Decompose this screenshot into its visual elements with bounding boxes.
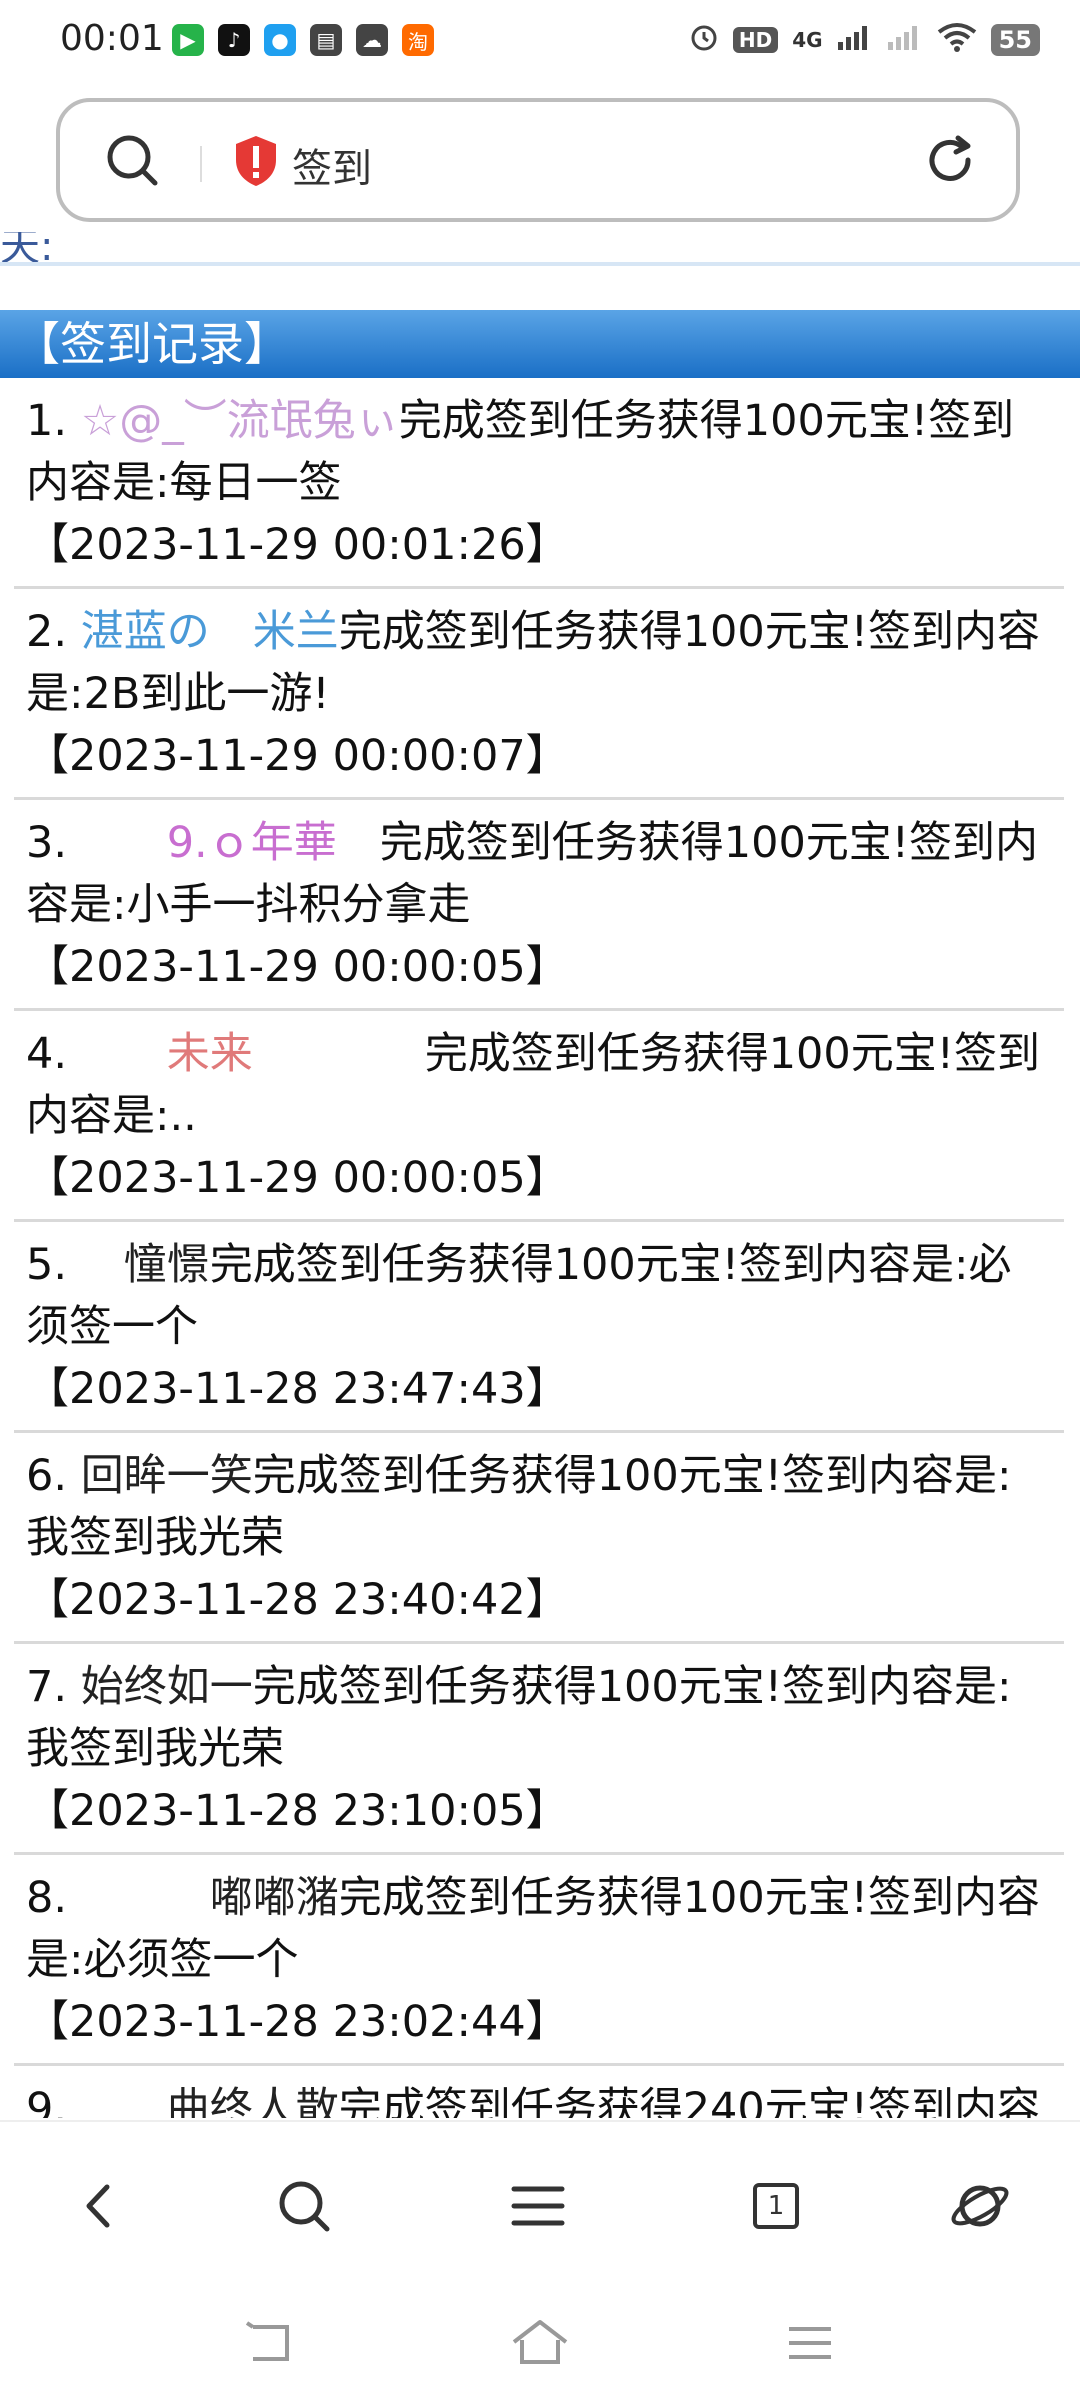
record-timestamp: 【2023-11-29 00:00:05】 [26, 942, 569, 992]
signin-record: 8. 嘟嘟潴完成签到任务获得100元宝!签到内容是:必须签一个 【2023-11-… [14, 1855, 1064, 2066]
wifi-icon [937, 22, 977, 58]
security-warning-icon[interactable] [232, 134, 280, 192]
signin-record: 1. ☆@_︶流氓兔ぃ完成签到任务获得100元宝!签到内容是:每日一签 【2023… [14, 378, 1064, 589]
record-timestamp: 【2023-11-29 00:00:07】 [26, 731, 569, 781]
refresh-icon[interactable] [922, 132, 978, 192]
menu-icon[interactable] [502, 2170, 574, 2242]
record-username[interactable]: 未来 [81, 1029, 425, 1079]
record-rank: 8. [26, 1873, 68, 1923]
page-cut-line: 天: [0, 232, 1080, 276]
taobao-app-icon: 淘 [402, 24, 434, 56]
record-username[interactable]: 憧憬 [81, 1240, 210, 1290]
search-icon[interactable] [104, 132, 160, 192]
page-cut-text: 天: [0, 232, 54, 270]
record-rank: 7. [26, 1662, 68, 1712]
record-username[interactable]: 回眸一笑 [81, 1451, 253, 1501]
record-timestamp: 【2023-11-28 23:10:05】 [26, 1786, 569, 1836]
address-text[interactable]: 签到 [292, 136, 372, 194]
signin-record: 5. 憧憬完成签到任务获得100元宝!签到内容是:必须签一个 【2023-11-2… [14, 1222, 1064, 1433]
status-app-icons: ▶ ♪ ● ▤ ☁ 淘 [172, 24, 434, 56]
record-rank: 1. [26, 396, 68, 446]
section-title: 【签到记录】 [0, 310, 1080, 378]
cloud-app-icon: ☁ [356, 24, 388, 56]
record-username[interactable]: 曲终人散 [81, 2084, 339, 2118]
address-divider [200, 146, 202, 182]
alarm-icon [689, 22, 719, 58]
record-timestamp: 【2023-11-28 23:47:43】 [26, 1364, 569, 1414]
address-bar[interactable]: 签到 [56, 98, 1020, 222]
planet-icon[interactable] [944, 2170, 1016, 2242]
system-nav-bar [0, 2285, 1080, 2400]
system-back-icon[interactable] [240, 2313, 300, 2373]
record-timestamp: 【2023-11-28 23:40:42】 [26, 1575, 569, 1625]
signin-record: 4. 未来 完成签到任务获得100元宝!签到内容是:.. 【2023-11-29 … [14, 1011, 1064, 1222]
signal-icon [837, 24, 873, 56]
signin-record: 6. 回眸一笑完成签到任务获得100元宝!签到内容是:我签到我光荣 【2023-1… [14, 1433, 1064, 1644]
system-recents-icon[interactable] [780, 2313, 840, 2373]
signal-icon-secondary [887, 24, 923, 56]
signin-record: 2. 湛蓝の 米兰完成签到任务获得100元宝!签到内容是:2B到此一游! 【202… [14, 589, 1064, 800]
back-icon[interactable] [64, 2170, 136, 2242]
signin-record: 9. 曲终人散完成签到任务获得240元宝!签到内容是:必须签一个 [14, 2066, 1064, 2118]
record-rank: 3. [26, 818, 68, 868]
signin-record-list: 1. ☆@_︶流氓兔ぃ完成签到任务获得100元宝!签到内容是:每日一签 【2023… [14, 378, 1064, 2118]
browser-bottom-nav: 1 [0, 2120, 1080, 2287]
record-username[interactable]: 湛蓝の 米兰 [81, 607, 339, 657]
search-nav-icon[interactable] [268, 2170, 340, 2242]
battery-indicator: 55 [990, 24, 1040, 56]
record-timestamp: 【2023-11-29 00:01:26】 [26, 520, 569, 570]
record-username[interactable]: 9.ｏ年華 [81, 818, 380, 868]
tabs-button[interactable]: 1 [740, 2170, 812, 2242]
tab-count: 1 [753, 2183, 799, 2229]
record-rank: 4. [26, 1029, 68, 1079]
record-username[interactable]: ☆@_︶流氓兔ぃ [81, 396, 399, 446]
record-rank: 2. [26, 607, 68, 657]
record-rank: 5. [26, 1240, 68, 1290]
record-username[interactable]: 始终如一 [81, 1662, 253, 1712]
record-rank: 9. [26, 2084, 68, 2118]
system-home-icon[interactable] [510, 2313, 570, 2373]
tablet-app-icon: ▤ [310, 24, 342, 56]
record-timestamp: 【2023-11-28 23:02:44】 [26, 1997, 569, 2047]
status-bar: 00:01 ▶ ♪ ● ▤ ☁ 淘 HD 4G 55 [0, 0, 1080, 84]
record-username[interactable]: 嘟嘟潴 [81, 1873, 339, 1923]
status-time: 00:01 [60, 18, 164, 59]
page-divider [0, 262, 1080, 266]
hd-badge: HD [732, 27, 779, 53]
record-rank: 6. [26, 1451, 68, 1501]
qq-app-icon: ● [264, 24, 296, 56]
signin-record: 3. 9.ｏ年華 完成签到任务获得100元宝!签到内容是:小手一抖积分拿走 【20… [14, 800, 1064, 1011]
record-timestamp: 【2023-11-29 00:00:05】 [26, 1153, 569, 1203]
tiktok-app-icon: ♪ [218, 24, 250, 56]
status-indicators: HD 4G 55 [689, 22, 1040, 58]
signin-record: 7. 始终如一完成签到任务获得100元宝!签到内容是:我签到我光荣 【2023-1… [14, 1644, 1064, 1855]
network-type: 4G [792, 28, 823, 52]
play-app-icon: ▶ [172, 24, 204, 56]
